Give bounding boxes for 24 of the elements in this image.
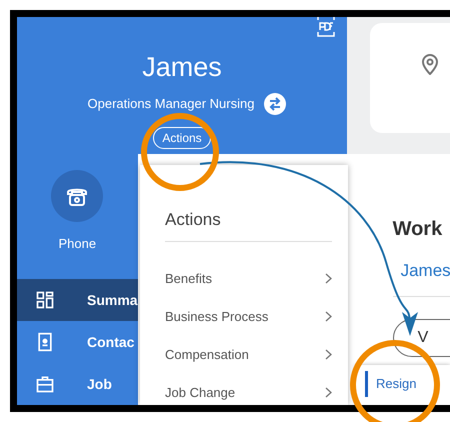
menu-item[interactable]: Compensation [165, 336, 332, 374]
job-title: Operations Manager Nursing [88, 95, 254, 114]
location-pin-icon [422, 53, 438, 75]
pdf-icon[interactable] [317, 17, 335, 37]
menu-item[interactable]: Job Change [165, 374, 332, 412]
sidebar-icon [35, 290, 55, 310]
menu-item[interactable]: Business Process [165, 298, 332, 336]
employee-name: James [142, 51, 222, 83]
submenu-item[interactable]: Resign [365, 371, 450, 397]
chevron-right-icon [325, 311, 332, 322]
menu-title: Actions [165, 207, 332, 242]
sidebar-item[interactable]: Job [17, 363, 138, 405]
chevron-right-icon [325, 273, 332, 284]
sidebar-icon [35, 374, 55, 394]
chevron-right-icon [325, 387, 332, 398]
menu-item[interactable]: Benefits [165, 260, 332, 298]
sidebar-item[interactable]: Contac [17, 321, 138, 363]
chevron-right-icon [325, 349, 332, 360]
section-heading: Work [392, 217, 444, 242]
sidebar-item[interactable]: Summa [17, 279, 138, 321]
swap-icon[interactable] [264, 93, 286, 115]
phone-label: Phone [58, 235, 96, 253]
worker-link[interactable]: James [400, 258, 450, 284]
actions-button[interactable]: Actions [153, 127, 211, 149]
